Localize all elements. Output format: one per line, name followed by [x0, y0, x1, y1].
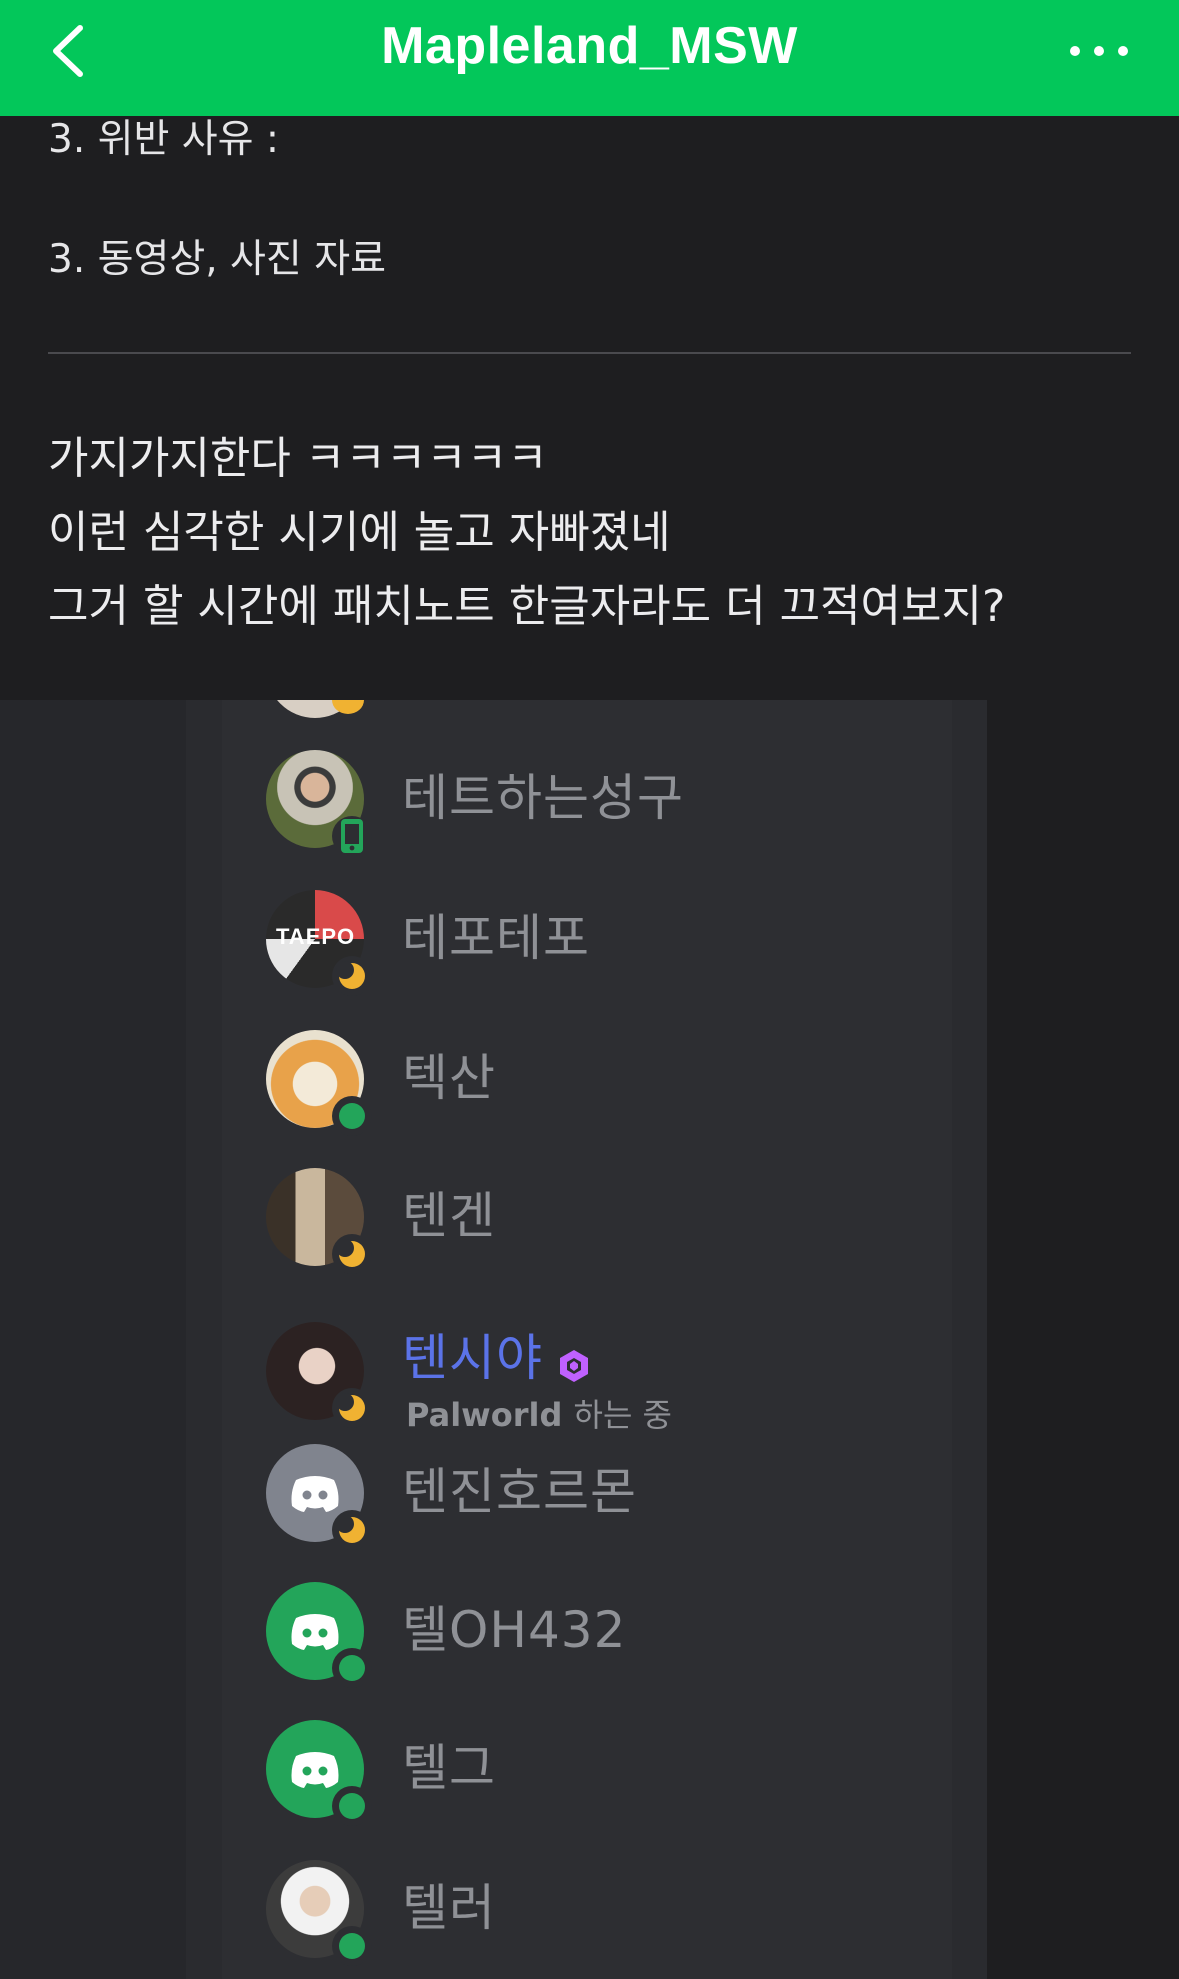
avatar-label: TAEPO	[276, 924, 356, 949]
comment-line: 이런 심각한 시기에 놀고 자빠졌네	[48, 507, 671, 558]
member-item[interactable]: TAEPO 테포테포	[266, 890, 906, 1000]
more-button[interactable]	[1067, 40, 1131, 62]
idle-status-icon	[332, 1388, 372, 1428]
member-name: 텍산	[402, 1049, 496, 1107]
idle-status-icon	[332, 956, 372, 996]
report-item-reason: 3. 위반 사유 :	[48, 117, 280, 162]
top-bar: Mapleland_MSW	[0, 0, 1179, 116]
activity-game: Palworld	[406, 1396, 563, 1434]
screenshot-edge	[952, 700, 987, 1979]
comment-line: 가지가지한다 ㅋㅋㅋㅋㅋㅋ	[48, 433, 548, 484]
mobile-status-icon	[332, 816, 372, 856]
member-name: 텔OH432	[402, 1601, 627, 1659]
member-name: 텐진호르몬	[402, 1463, 637, 1521]
member-name: 텔그	[402, 1739, 496, 1797]
online-status-icon	[332, 1648, 372, 1688]
online-status-icon	[332, 1786, 372, 1826]
member-item[interactable]: 테트하는성구	[266, 750, 906, 860]
member-item[interactable]: 텐시야 Palworld 하는 중	[266, 1322, 906, 1434]
member-activity: Palworld 하는 중	[406, 1390, 672, 1436]
member-item[interactable]: 텔러	[266, 1860, 906, 1970]
member-name: 텐시야	[402, 1329, 543, 1387]
comment-line: 그거 할 시간에 패치노트 한글자라도 더 끄적여보지?	[48, 581, 1006, 632]
member-name: 텐겐	[402, 1187, 496, 1245]
idle-status-icon	[332, 1510, 372, 1550]
report-item-media: 3. 동영상, 사진 자료	[48, 237, 386, 282]
member-item[interactable]: 텔그	[266, 1720, 906, 1830]
more-horizontal-icon	[1070, 46, 1128, 56]
nitro-boost-icon	[560, 1350, 588, 1382]
member-item[interactable]: 텐겐	[266, 1168, 906, 1278]
online-status-icon	[332, 1096, 372, 1136]
screenshot-background	[0, 700, 186, 1979]
page-title: Mapleland_MSW	[381, 17, 798, 75]
post-comment: 가지가지한다 ㅋㅋㅋㅋㅋㅋ 이런 심각한 시기에 놀고 자빠졌네 그거 할 시간…	[48, 422, 1005, 644]
divider	[48, 352, 1131, 354]
member-item[interactable]: 텔OH432	[266, 1582, 906, 1692]
embedded-screenshot[interactable]: 테트하는성구 TAEPO 테포테포 텍산 텐겐 텐시야 Palworld 하는 …	[0, 700, 987, 1979]
member-name: 텔러	[402, 1879, 496, 1937]
online-status-icon	[332, 1926, 372, 1966]
idle-status-icon	[332, 1234, 372, 1274]
member-item[interactable]: 텍산	[266, 1030, 906, 1140]
page-background	[987, 700, 1179, 1979]
member-name: 테포테포	[402, 909, 590, 967]
member-item[interactable]: 텐진호르몬	[266, 1444, 906, 1554]
member-name: 테트하는성구	[402, 769, 684, 827]
activity-suffix: 하는 중	[573, 1396, 673, 1434]
